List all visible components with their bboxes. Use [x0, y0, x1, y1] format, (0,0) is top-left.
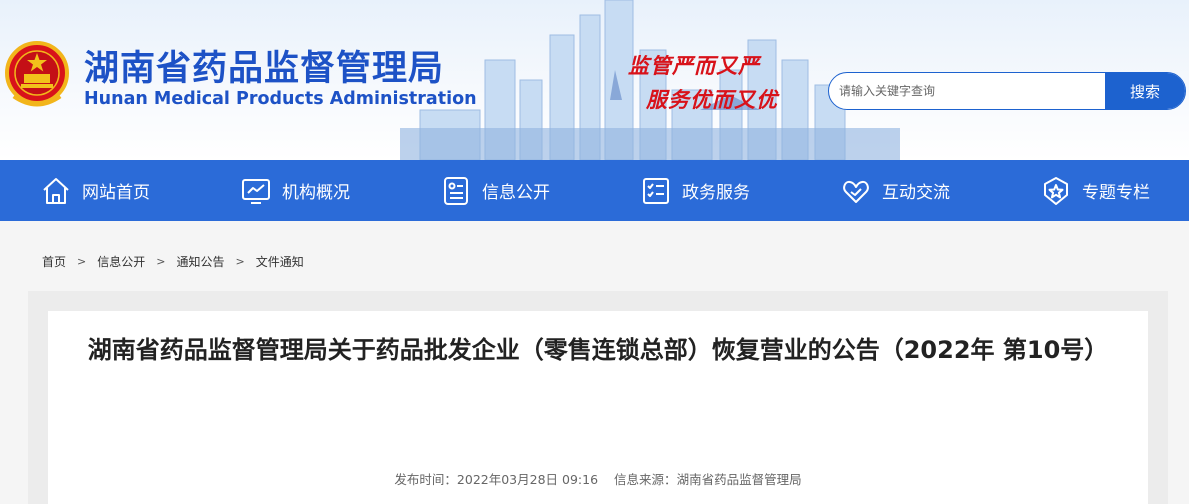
nav-label: 互动交流 — [882, 183, 950, 203]
nav-item-interaction[interactable]: 互动交流 — [800, 160, 1000, 221]
nav-item-home[interactable]: 网站首页 — [0, 160, 200, 221]
search-button[interactable]: 搜索 — [1105, 73, 1185, 109]
nav-item-special-topics[interactable]: 专题专栏 — [1000, 160, 1189, 221]
nav-label: 网站首页 — [82, 183, 150, 203]
breadcrumb-documents[interactable]: 文件通知 — [256, 253, 304, 270]
publish-time-label: 发布时间： — [394, 472, 457, 487]
nav-label: 机构概况 — [282, 183, 350, 203]
chart-monitor-icon — [242, 178, 270, 204]
source-value: 湖南省药品监督管理局 — [676, 472, 802, 487]
slogan-line-2: 服务优而又优 — [646, 87, 778, 112]
info-card-icon — [444, 176, 468, 205]
nav-label: 信息公开 — [482, 183, 550, 203]
site-header: 湖南省药品监督管理局 Hunan Medical Products Admini… — [0, 0, 1189, 160]
main-nav: 网站首页 机构概况 信息公开 政务服务 互动交流 专题专栏 — [0, 160, 1189, 221]
breadcrumb-home[interactable]: 首页 — [42, 253, 66, 270]
nav-item-gov-services[interactable]: 政务服务 — [600, 160, 800, 221]
star-badge-icon — [1044, 176, 1068, 205]
breadcrumb-separator: > — [235, 255, 245, 268]
home-icon — [43, 177, 69, 204]
article-title: 湖南省药品监督管理局关于药品批发企业（零售连锁总部）恢复营业的公告（2022年 … — [87, 336, 1109, 364]
heart-hands-icon — [843, 180, 869, 203]
city-skyline-illustration — [400, 0, 900, 160]
search-input[interactable] — [829, 73, 1107, 109]
publish-time: 2022年03月28日 09:16 — [456, 472, 599, 487]
nav-item-info-disclosure[interactable]: 信息公开 — [400, 160, 600, 221]
nav-label: 专题专栏 — [1082, 183, 1150, 203]
search-bar: 搜索 — [828, 72, 1186, 110]
source-label: 信息来源： — [614, 472, 677, 487]
slogan-line-1: 监管严而又严 — [628, 53, 760, 78]
site-title: 湖南省药品监督管理局 — [84, 49, 445, 89]
nav-item-overview[interactable]: 机构概况 — [200, 160, 400, 221]
breadcrumb: 首页 > 信息公开 > 通知公告 > 文件通知 — [42, 253, 304, 270]
article: 湖南省药品监督管理局关于药品批发企业（零售连锁总部）恢复营业的公告（2022年 … — [48, 311, 1148, 504]
breadcrumb-separator: > — [156, 255, 166, 268]
checklist-icon — [643, 177, 669, 204]
breadcrumb-separator: > — [77, 255, 87, 268]
article-meta: 发布时间：2022年03月28日 09:16 信息来源：湖南省药品监督管理局 — [48, 469, 1148, 488]
breadcrumb-notices[interactable]: 通知公告 — [176, 253, 224, 270]
breadcrumb-info-disclosure[interactable]: 信息公开 — [97, 253, 145, 270]
nav-label: 政务服务 — [682, 183, 750, 203]
national-emblem-icon — [5, 41, 69, 107]
site-subtitle: Hunan Medical Products Administration — [84, 89, 477, 109]
